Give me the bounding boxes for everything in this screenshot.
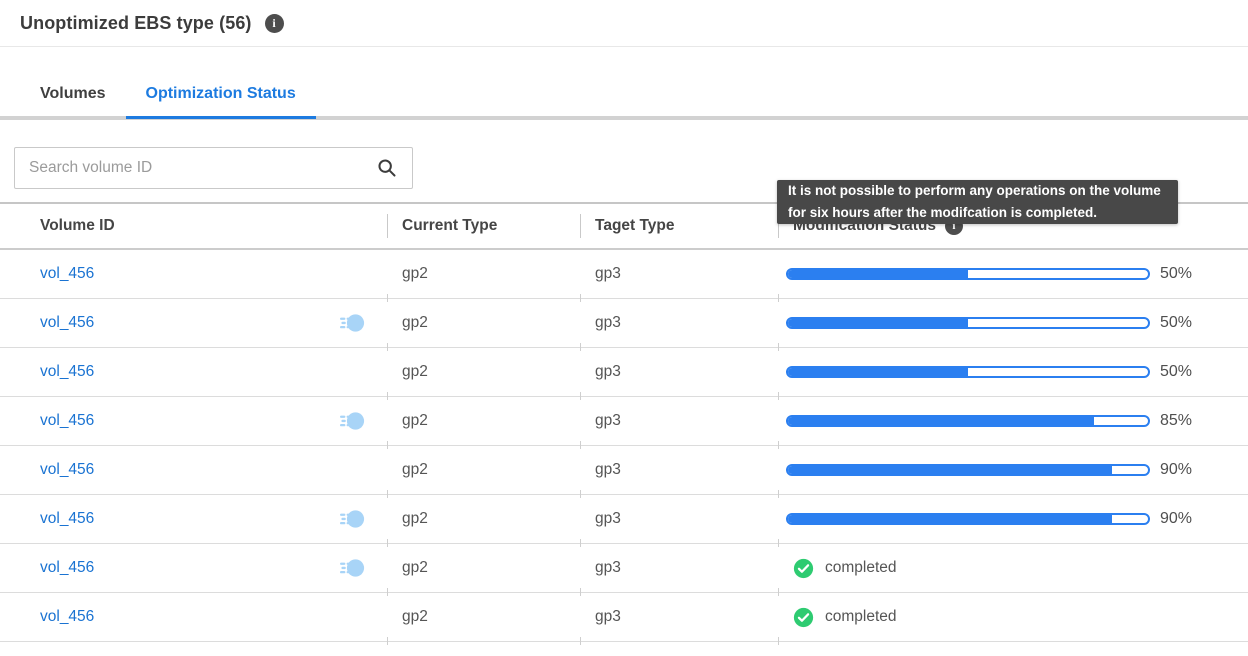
progress-track: [786, 464, 1150, 476]
progress-bar: 50%: [786, 265, 1192, 283]
current-type-cell: gp2: [387, 299, 580, 347]
col-header-volume-id: Volume ID: [0, 204, 387, 248]
fast-transfer-icon: [339, 409, 365, 433]
table-row: vol_456 gp2 gp3: [0, 544, 1248, 593]
progress-track: [786, 268, 1150, 280]
target-type-cell: gp3: [580, 397, 778, 445]
check-circle-icon: [793, 558, 814, 579]
table-row: vol_456 gp2 gp3: [0, 348, 1248, 397]
volume-id-link[interactable]: vol_456: [40, 461, 94, 479]
volume-id-link[interactable]: vol_456: [40, 559, 94, 577]
status-completed: completed: [786, 607, 897, 628]
table-row: vol_456 gp2 gp3: [0, 397, 1248, 446]
progress-track: [786, 366, 1150, 378]
volume-id-link[interactable]: vol_456: [40, 608, 94, 626]
progress-track: [786, 317, 1150, 329]
progress-track: [786, 415, 1150, 427]
current-type-cell: gp2: [387, 544, 580, 592]
current-type-cell: gp2: [387, 397, 580, 445]
target-type-cell: gp3: [580, 544, 778, 592]
target-type-cell: gp3: [580, 299, 778, 347]
table-row: vol_456 gp2 gp3: [0, 495, 1248, 544]
current-type-cell: gp2: [387, 446, 580, 494]
status-completed: completed: [786, 558, 897, 579]
progress-bar: 85%: [786, 412, 1192, 430]
current-type-cell: gp2: [387, 348, 580, 396]
info-icon[interactable]: i: [265, 14, 284, 33]
current-type-cell: gp2: [387, 250, 580, 298]
progress-bar: 90%: [786, 510, 1192, 528]
progress-fill: [788, 417, 1094, 425]
tab-optimization-status[interactable]: Optimization Status: [126, 77, 316, 119]
progress-bar: 50%: [786, 314, 1192, 332]
progress-fill: [788, 466, 1112, 474]
target-type-cell: gp3: [580, 446, 778, 494]
page-title: Unoptimized EBS type (56): [20, 13, 252, 34]
progress-fill: [788, 270, 968, 278]
current-type-cell: gp2: [387, 593, 580, 641]
progress-percent-label: 90%: [1160, 461, 1192, 479]
search-box[interactable]: [14, 147, 413, 189]
col-header-target-type: Taget Type: [580, 204, 778, 248]
progress-fill: [788, 368, 968, 376]
current-type-cell: gp2: [387, 495, 580, 543]
volume-id-link[interactable]: vol_456: [40, 265, 94, 283]
table-body: vol_456 gp2 gp3: [0, 250, 1248, 642]
progress-fill: [788, 319, 968, 327]
search-input[interactable]: [29, 159, 376, 177]
fast-transfer-icon: [339, 507, 365, 531]
tooltip: It is not possible to perform any operat…: [777, 180, 1178, 224]
progress-bar: 50%: [786, 363, 1192, 381]
volume-id-link[interactable]: vol_456: [40, 314, 94, 332]
volume-id-link[interactable]: vol_456: [40, 412, 94, 430]
progress-percent-label: 90%: [1160, 510, 1192, 528]
search-icon[interactable]: [376, 157, 398, 179]
fast-transfer-icon: [339, 311, 365, 335]
target-type-cell: gp3: [580, 495, 778, 543]
table-row: vol_456 gp2 gp3: [0, 593, 1248, 642]
tab-volumes[interactable]: Volumes: [20, 77, 126, 116]
fast-transfer-icon: [339, 556, 365, 580]
completed-label: completed: [825, 608, 897, 626]
table-row: vol_456 gp2 gp3: [0, 446, 1248, 495]
progress-fill: [788, 515, 1112, 523]
volume-id-link[interactable]: vol_456: [40, 363, 94, 381]
target-type-cell: gp3: [580, 348, 778, 396]
progress-percent-label: 50%: [1160, 265, 1192, 283]
progress-bar: 90%: [786, 461, 1192, 479]
progress-track: [786, 513, 1150, 525]
target-type-cell: gp3: [580, 593, 778, 641]
progress-percent-label: 50%: [1160, 314, 1192, 332]
tabs: Volumes Optimization Status: [0, 77, 1248, 120]
completed-label: completed: [825, 559, 897, 577]
page-header: Unoptimized EBS type (56) i: [0, 0, 1248, 47]
target-type-cell: gp3: [580, 250, 778, 298]
progress-percent-label: 50%: [1160, 363, 1192, 381]
volume-id-link[interactable]: vol_456: [40, 510, 94, 528]
check-circle-icon: [793, 607, 814, 628]
col-header-current-type: Current Type: [387, 204, 580, 248]
progress-percent-label: 85%: [1160, 412, 1192, 430]
table-row: vol_456 gp2 gp3: [0, 250, 1248, 299]
table-row: vol_456 gp2 gp3: [0, 299, 1248, 348]
volumes-table: Volume ID Current Type Taget Type Modifi…: [0, 202, 1248, 642]
